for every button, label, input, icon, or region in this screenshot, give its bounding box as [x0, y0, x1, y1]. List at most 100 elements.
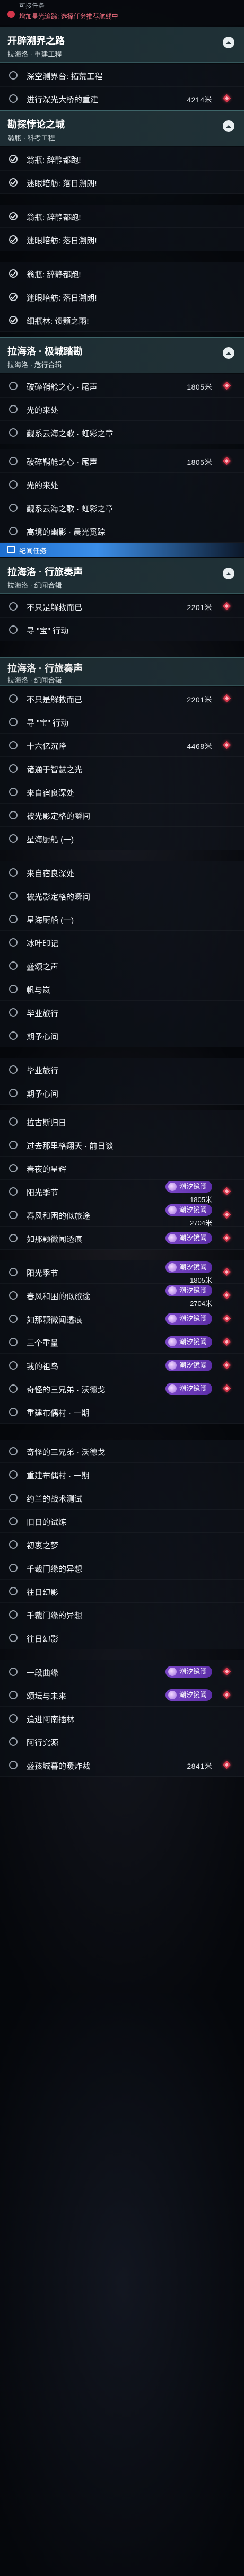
notice-title: 可接任务 — [19, 2, 45, 10]
quest-row[interactable]: 千裁门缘的异想 — [0, 1603, 244, 1626]
quest-row[interactable]: 追进阿南插林 — [0, 1707, 244, 1730]
quest-row[interactable]: 冰叶印记 — [0, 931, 244, 954]
quest-row[interactable]: 光的来处 — [0, 398, 244, 421]
tracking-marker-icon[interactable] — [222, 602, 231, 611]
region-badge-label: 潮汐镜阈 — [179, 1338, 207, 1346]
collapse-chevron-icon[interactable] — [223, 347, 234, 359]
quest-row[interactable]: 十六亿沉降 4468米 — [0, 734, 244, 757]
quest-row[interactable]: 星海厨船 (一) — [0, 827, 244, 850]
quest-row[interactable]: 阿行究源 — [0, 1730, 244, 1753]
quest-row[interactable]: 来自宿良深处 — [0, 861, 244, 884]
quest-row[interactable]: 帆与岚 — [0, 977, 244, 1001]
quest-row[interactable]: 破碎鞘舱之心 · 尾声 1805米 — [0, 449, 244, 473]
quest-circle-icon — [9, 1408, 18, 1416]
quest-row[interactable]: 盛颂之声 — [0, 954, 244, 977]
quest-row[interactable]: 春风和困的似旅途 潮汐镜阈 2704米 — [0, 1203, 244, 1227]
tracking-marker-icon[interactable] — [222, 1667, 231, 1676]
quest-row[interactable]: 重建布偶村 · 一期 — [0, 1400, 244, 1424]
quest-row[interactable]: 期予心间 — [0, 1024, 244, 1047]
quest-row[interactable]: 颂坛与未来 潮汐镜阈 — [0, 1683, 244, 1707]
quest-row[interactable]: 往日幻影 — [0, 1626, 244, 1649]
quest-row[interactable]: 春风和困的似旅途 潮汐镜阈 2704米 — [0, 1284, 244, 1308]
quest-circle-icon — [9, 1737, 18, 1746]
quest-row[interactable]: 迷眼培舫: 落日溯朗! — [0, 171, 244, 194]
tracking-marker-icon[interactable] — [222, 456, 231, 465]
quest-circle-icon — [9, 961, 18, 970]
quest-row[interactable]: 毕业旅行 — [0, 1001, 244, 1024]
quest-row[interactable]: 迸行深光大桥的重建 4214米 — [0, 87, 244, 110]
quest-row[interactable]: 翁瓶: 辞静都跑! — [0, 205, 244, 228]
quest-row[interactable]: 不只是解救而已 2201米 — [0, 687, 244, 710]
quest-row[interactable]: 初衷之梦 — [0, 1533, 244, 1556]
quest-row[interactable]: 被光影定格的瞬间 — [0, 884, 244, 907]
quest-row[interactable]: 破碎鞘舱之心 · 尾声 1805米 — [0, 374, 244, 398]
tracking-marker-icon[interactable] — [222, 1267, 231, 1276]
chapter-header[interactable]: 开辟溯界之路 拉海洛 · 重建工程 — [0, 27, 244, 63]
tracking-marker-icon[interactable] — [222, 1233, 231, 1242]
quest-row[interactable]: 约兰的战术测试 — [0, 1486, 244, 1510]
quest-title: 重建布偶村 · 一期 — [27, 1471, 90, 1480]
tracking-marker-icon[interactable] — [222, 1210, 231, 1219]
tracking-marker-icon[interactable] — [222, 1314, 231, 1323]
collapse-chevron-icon[interactable] — [223, 120, 234, 132]
quest-row[interactable]: 光的来处 — [0, 473, 244, 496]
quest-row[interactable]: 寻 "宝" 行动 — [0, 618, 244, 641]
quest-row[interactable]: 往日幻影 — [0, 1580, 244, 1603]
quest-row[interactable]: 期予心间 — [0, 1081, 244, 1105]
quest-row[interactable]: 我的祖鸟 潮汐镜阈 — [0, 1354, 244, 1377]
tracking-marker-icon[interactable] — [222, 1760, 231, 1769]
quest-row[interactable]: 过去那里格翔天 · 前日谈 — [0, 1133, 244, 1157]
quest-row[interactable]: 毕业旅行 — [0, 1058, 244, 1081]
collapse-chevron-icon[interactable] — [223, 568, 234, 579]
tracking-marker-icon[interactable] — [222, 1361, 231, 1370]
quest-row[interactable]: 迷眼培舫: 落日溯朗! — [0, 228, 244, 251]
quest-row[interactable]: 深空测界台: 拓荒工程 — [0, 64, 244, 87]
tracking-marker-icon[interactable] — [222, 94, 231, 103]
tide-mirror-icon — [168, 1206, 177, 1214]
quest-row[interactable]: 翁瓶: 辞静都跑! — [0, 262, 244, 285]
tracking-marker-icon[interactable] — [222, 1690, 231, 1699]
quest-row[interactable]: 诸通于智慧之光 — [0, 757, 244, 780]
chapter-header[interactable]: 拉海洛 · 极城踏勘 拉海洛 · 危行合辑 — [0, 337, 244, 373]
tracking-marker-icon[interactable] — [222, 740, 231, 749]
quest-circle-icon — [9, 405, 18, 413]
tracking-marker-icon[interactable] — [222, 694, 231, 703]
quest-row[interactable]: 阳光季节 潮汐镜阈 1805米 — [0, 1180, 244, 1204]
chapter-header[interactable]: 勘探悖论之城 翁瓶 · 科考工程 — [0, 110, 244, 146]
quest-row[interactable]: 被光影定格的瞬间 — [0, 804, 244, 827]
quest-row[interactable]: 星海厨船 (一) — [0, 907, 244, 931]
quest-row[interactable]: 来自宿良深处 — [0, 780, 244, 804]
quest-row[interactable]: 旧日的试炼 — [0, 1510, 244, 1533]
quest-row[interactable]: 高境的幽影 · 晨光觅踪 — [0, 519, 244, 543]
quest-row[interactable]: 翁瓶: 辞静都跑! — [0, 147, 244, 171]
quest-row[interactable]: 拉古斯归日 — [0, 1110, 244, 1133]
quest-row[interactable]: 觐系云海之歌 · 虹彩之章 — [0, 421, 244, 444]
tracking-marker-icon[interactable] — [222, 1187, 231, 1196]
quest-row[interactable]: 千裁门缘的异想 — [0, 1556, 244, 1580]
chapter-header[interactable]: 拉海洛 · 行旅奏声 拉海洛 · 纪闻合辑 — [0, 558, 244, 594]
quest-row[interactable]: 迷眼培舫: 落日溯朗! — [0, 285, 244, 308]
quest-row[interactable]: 奇怪的三兄弟 · 沃德戈 潮汐镜阈 — [0, 1377, 244, 1400]
quest-row[interactable]: 奇怪的三兄弟 · 沃德戈 — [0, 1440, 244, 1463]
quest-row[interactable]: 三个重量 潮汐镜阈 — [0, 1330, 244, 1354]
quest-row[interactable]: 阳光季节 潮汐镜阈 1805米 — [0, 1260, 244, 1284]
quest-row[interactable]: 春夜的星辉 — [0, 1157, 244, 1180]
quest-row[interactable]: 盛孩城暮的暖炸裁 2841米 — [0, 1753, 244, 1777]
tracking-marker-icon[interactable] — [222, 381, 231, 390]
quest-row[interactable]: 如那颗微闻透痕 潮汐镜阈 — [0, 1227, 244, 1250]
tracking-marker-icon[interactable] — [222, 1291, 231, 1300]
quest-row[interactable]: 细瓶林: 馈颢之雨! — [0, 308, 244, 332]
quest-row[interactable]: 觐系云海之歌 · 虹彩之章 — [0, 496, 244, 519]
chapter-header[interactable]: 拉海洛 · 行旅奏声 拉海洛 · 纪闻合辑 — [0, 657, 244, 686]
quest-row[interactable]: 不只是解救而已 2201米 — [0, 595, 244, 618]
quest-row[interactable]: 如那颗微闻透痕 潮汐镜阈 — [0, 1307, 244, 1330]
tracking-marker-icon[interactable] — [222, 1337, 231, 1346]
collapse-chevron-icon[interactable] — [223, 37, 234, 48]
quest-row[interactable]: 寻 "宝" 行动 — [0, 710, 244, 734]
completed-check-icon — [9, 293, 18, 301]
tracking-marker-icon[interactable] — [222, 1384, 231, 1393]
quest-row[interactable]: 一段曲缘 潮汐镜阈 — [0, 1660, 244, 1683]
region-badge: 潮汐镜阈 — [165, 1336, 212, 1348]
region-badge-label: 潮汐镜阈 — [179, 1668, 207, 1675]
quest-row[interactable]: 重建布偶村 · 一期 — [0, 1463, 244, 1486]
